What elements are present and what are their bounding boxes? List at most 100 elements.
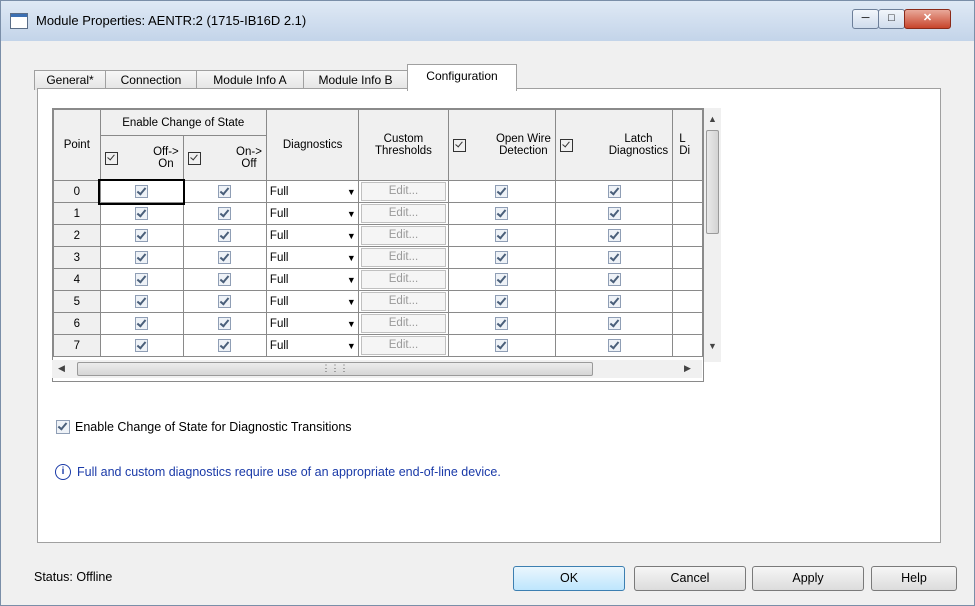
custom-thresholds-cell: Edit... <box>358 202 449 225</box>
open-wire-checkbox[interactable] <box>495 295 509 308</box>
off-on-checkbox[interactable] <box>135 207 149 220</box>
open-wire-checkbox[interactable] <box>495 251 509 264</box>
cos-diag-option[interactable]: Enable Change of State for Diagnostic Tr… <box>56 420 352 434</box>
latch-checkbox[interactable] <box>607 339 621 352</box>
off-on-checkbox[interactable] <box>135 251 149 264</box>
off-on-all-checkbox-icon[interactable] <box>104 151 118 165</box>
minimize-button[interactable]: ─ <box>852 9 879 29</box>
grid-horizontal-scrollbar[interactable]: ◀ ⋮⋮⋮ ▶ <box>52 360 702 378</box>
header-latch-diagnostics[interactable]: Latch Diagnostics <box>554 109 674 181</box>
open-wire-cell <box>447 268 556 291</box>
info-message: i Full and custom diagnostics require us… <box>55 464 501 480</box>
open-wire-checkbox[interactable] <box>495 185 509 198</box>
edit-thresholds-button[interactable]: Edit... <box>361 248 446 267</box>
off-on-cell <box>99 246 184 269</box>
tab-general[interactable]: General* <box>34 70 106 90</box>
diagnostics-select[interactable]: Full ▼ <box>265 268 360 291</box>
off-on-cell <box>99 202 184 225</box>
on-off-checkbox[interactable] <box>218 207 232 220</box>
partial-cell <box>672 224 703 247</box>
on-off-checkbox[interactable] <box>218 317 232 330</box>
horizontal-scroll-thumb[interactable]: ⋮⋮⋮ <box>77 362 593 376</box>
on-off-cell <box>182 180 267 203</box>
dropdown-arrow-icon[interactable]: ▼ <box>344 275 358 285</box>
apply-button[interactable]: Apply <box>752 566 864 591</box>
latch-checkbox[interactable] <box>607 185 621 198</box>
tab-connection[interactable]: Connection <box>105 70 197 90</box>
latch-checkbox[interactable] <box>607 317 621 330</box>
cos-diag-checkbox[interactable] <box>56 420 70 434</box>
open-wire-checkbox[interactable] <box>495 273 509 286</box>
latch-checkbox[interactable] <box>607 229 621 242</box>
edit-thresholds-button[interactable]: Edit... <box>361 204 446 223</box>
ok-button[interactable]: OK <box>513 566 625 591</box>
diagnostics-select[interactable]: Full ▼ <box>265 224 360 247</box>
dropdown-arrow-icon[interactable]: ▼ <box>344 341 358 351</box>
header-on-off[interactable]: On-> Off <box>182 135 267 181</box>
header-open-wire[interactable]: Open Wire Detection <box>447 109 556 181</box>
open-wire-checkbox[interactable] <box>495 229 509 242</box>
maximize-button[interactable]: □ <box>878 9 905 29</box>
off-on-checkbox[interactable] <box>135 295 149 308</box>
scroll-up-icon[interactable]: ▲ <box>708 114 717 124</box>
edit-thresholds-button[interactable]: Edit... <box>361 226 446 245</box>
diagnostics-value: Full <box>269 207 289 220</box>
off-on-checkbox[interactable] <box>135 229 149 242</box>
off-on-checkbox[interactable] <box>135 317 149 330</box>
scroll-right-icon[interactable]: ▶ <box>684 363 691 374</box>
tab-configuration[interactable]: Configuration <box>407 64 517 91</box>
title-bar[interactable]: Module Properties: AENTR:2 (1715-IB16D 2… <box>1 1 974 41</box>
partial-cell <box>672 202 703 225</box>
open-wire-checkbox[interactable] <box>495 339 509 352</box>
on-off-checkbox[interactable] <box>218 229 232 242</box>
on-off-checkbox[interactable] <box>218 273 232 286</box>
edit-thresholds-button[interactable]: Edit... <box>361 182 446 201</box>
edit-thresholds-button[interactable]: Edit... <box>361 336 446 355</box>
edit-thresholds-button[interactable]: Edit... <box>361 314 446 333</box>
vertical-scroll-thumb[interactable] <box>706 130 719 234</box>
off-on-checkbox[interactable] <box>135 185 149 198</box>
help-button[interactable]: Help <box>871 566 957 591</box>
diagnostics-select[interactable]: Full ▼ <box>265 290 360 313</box>
latch-checkbox[interactable] <box>607 251 621 264</box>
latch-checkbox[interactable] <box>607 273 621 286</box>
dropdown-arrow-icon[interactable]: ▼ <box>344 319 358 329</box>
on-off-checkbox[interactable] <box>218 295 232 308</box>
header-off-on[interactable]: Off-> On <box>99 135 184 181</box>
diagnostics-select[interactable]: Full ▼ <box>265 180 360 203</box>
scroll-left-icon[interactable]: ◀ <box>58 363 65 374</box>
header-openwire-line1: Open Wire <box>495 133 551 145</box>
dropdown-arrow-icon[interactable]: ▼ <box>344 231 358 241</box>
on-off-checkbox[interactable] <box>218 251 232 264</box>
dropdown-arrow-icon[interactable]: ▼ <box>344 253 358 263</box>
maximize-icon: □ <box>888 12 895 24</box>
edit-thresholds-button[interactable]: Edit... <box>361 292 446 311</box>
edit-thresholds-button[interactable]: Edit... <box>361 270 446 289</box>
latch-checkbox[interactable] <box>607 207 621 220</box>
diagnostics-select[interactable]: Full ▼ <box>265 334 360 357</box>
open-wire-checkbox[interactable] <box>495 317 509 330</box>
cancel-button[interactable]: Cancel <box>634 566 746 591</box>
on-off-checkbox[interactable] <box>218 339 232 352</box>
close-button[interactable]: ✕ <box>904 9 951 29</box>
on-off-all-checkbox-icon[interactable] <box>187 151 201 165</box>
off-on-checkbox[interactable] <box>135 273 149 286</box>
grid-vertical-scrollbar[interactable]: ▲ ▼ <box>704 108 721 362</box>
scroll-down-icon[interactable]: ▼ <box>708 341 717 351</box>
on-off-checkbox[interactable] <box>218 185 232 198</box>
latch-all-checkbox-icon[interactable] <box>559 138 573 152</box>
diagnostics-select[interactable]: Full ▼ <box>265 202 360 225</box>
point-cell: 3 <box>53 246 101 269</box>
on-off-cell <box>182 268 267 291</box>
dropdown-arrow-icon[interactable]: ▼ <box>344 209 358 219</box>
diagnostics-select[interactable]: Full ▼ <box>265 246 360 269</box>
dropdown-arrow-icon[interactable]: ▼ <box>344 297 358 307</box>
open-wire-checkbox[interactable] <box>495 207 509 220</box>
tab-module-info-a[interactable]: Module Info A <box>196 70 304 90</box>
tab-module-info-b[interactable]: Module Info B <box>303 70 408 90</box>
open-wire-all-checkbox-icon[interactable] <box>452 138 466 152</box>
latch-checkbox[interactable] <box>607 295 621 308</box>
off-on-checkbox[interactable] <box>135 339 149 352</box>
diagnostics-select[interactable]: Full ▼ <box>265 312 360 335</box>
dropdown-arrow-icon[interactable]: ▼ <box>344 187 358 197</box>
